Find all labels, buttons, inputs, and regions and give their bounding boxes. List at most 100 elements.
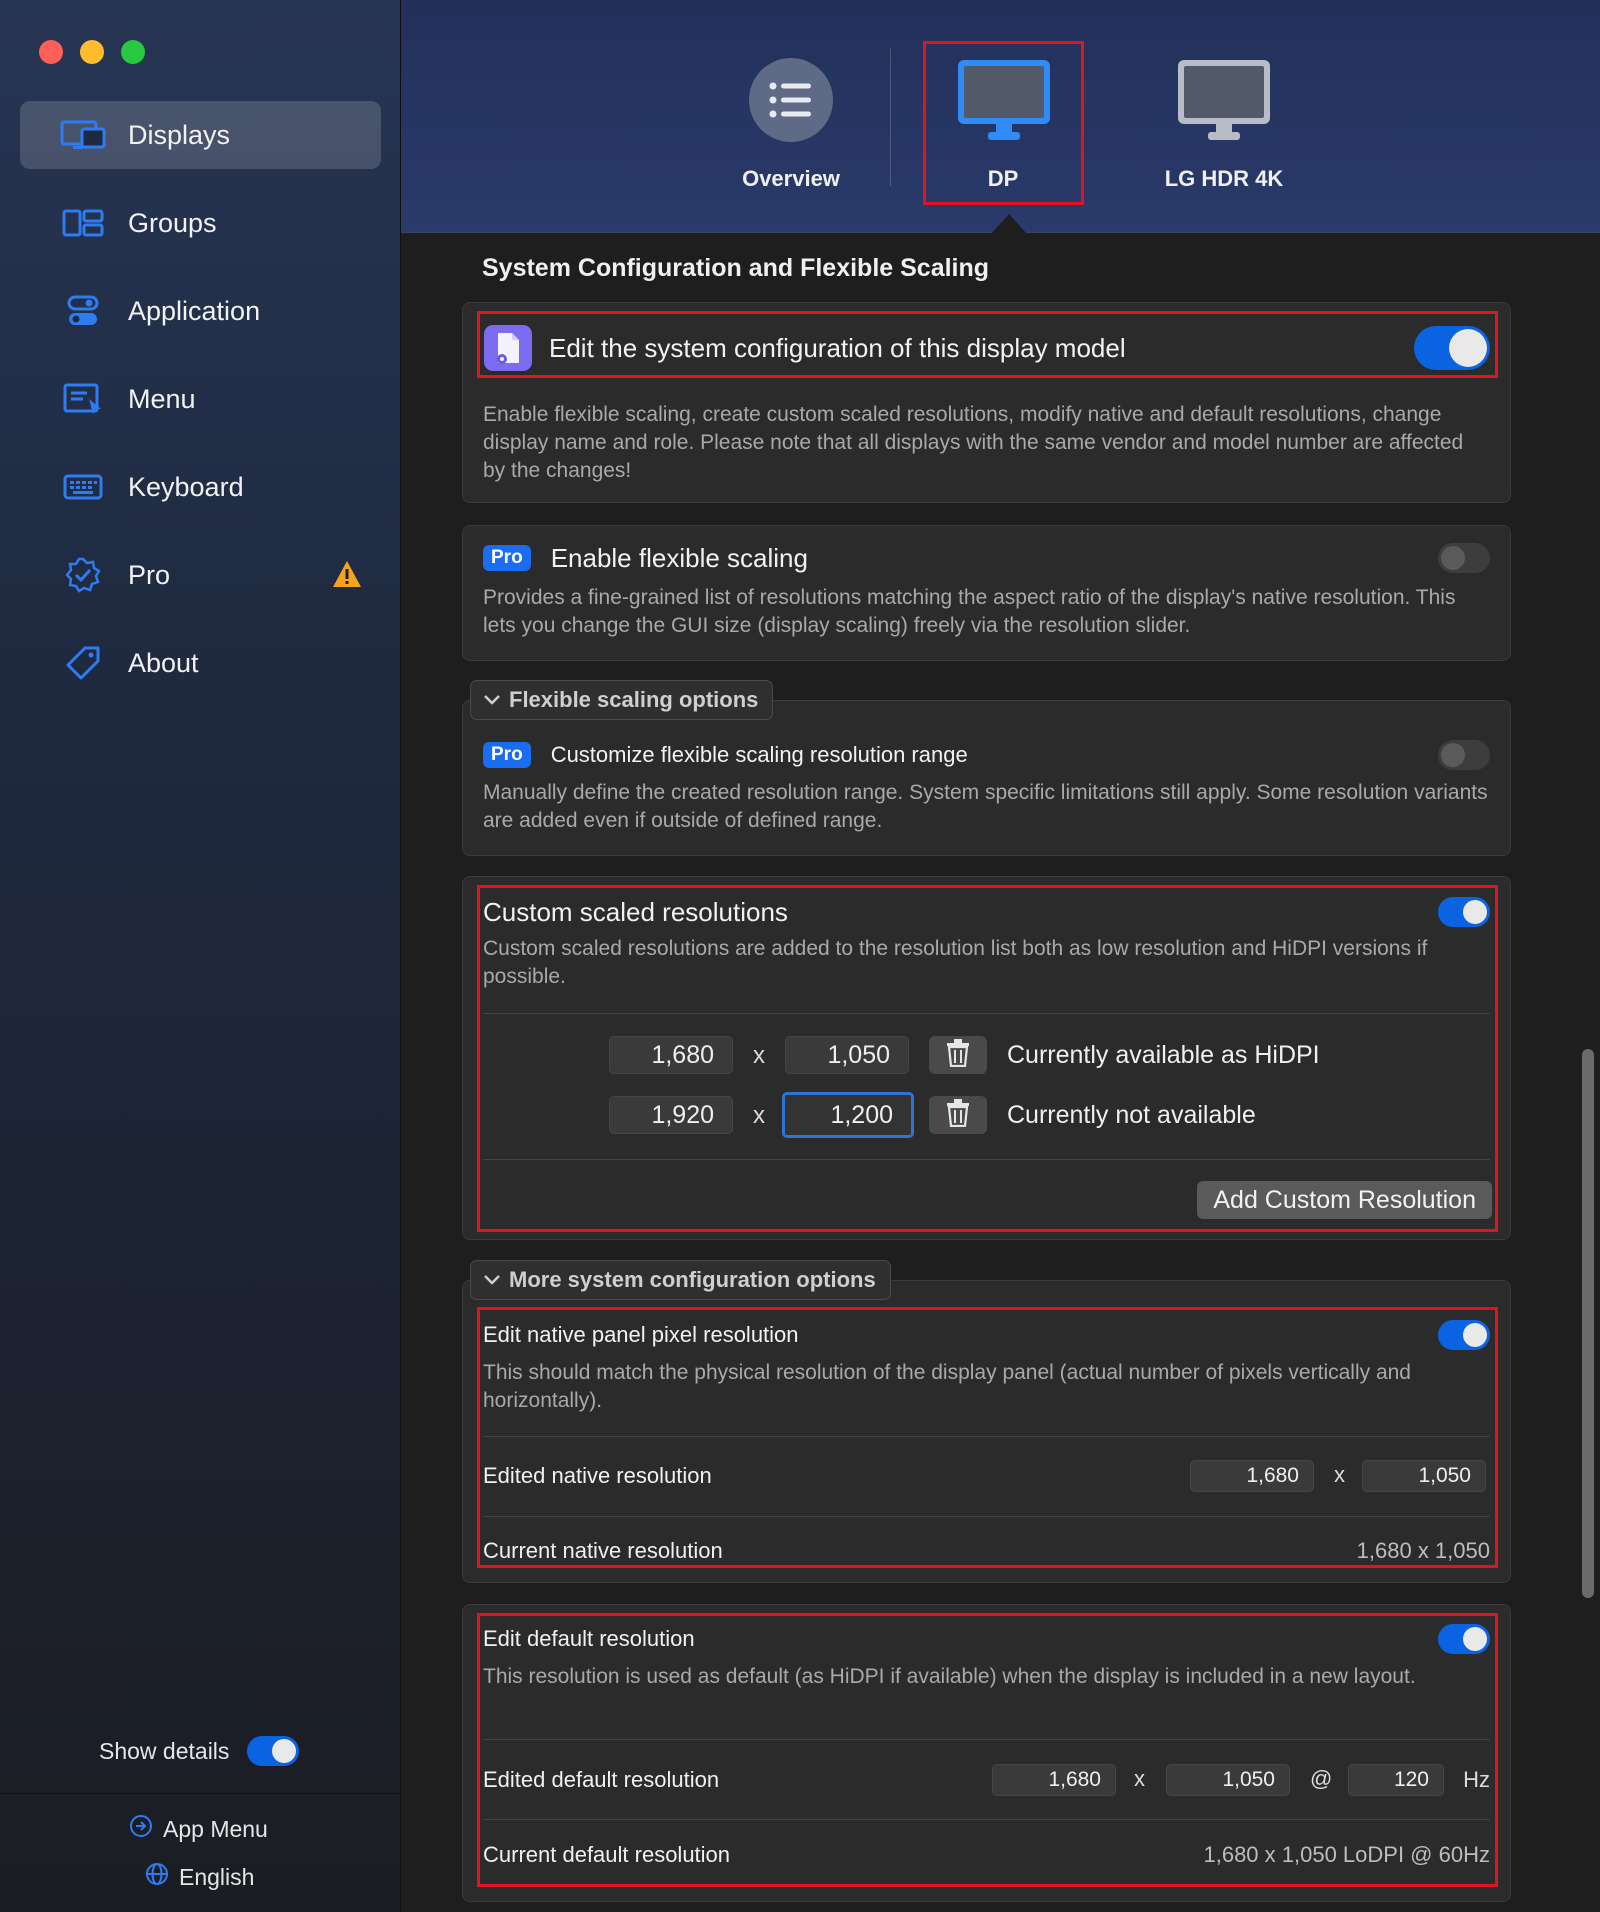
flexible-options-label: Flexible scaling options xyxy=(509,687,759,712)
at-sign: @ xyxy=(1310,1766,1333,1791)
tab-dp[interactable]: DP xyxy=(923,0,1083,233)
default-resolution-toggle[interactable] xyxy=(1438,1624,1490,1654)
edited-native-label: Edited native resolution xyxy=(483,1463,712,1488)
sidebar-item-label: Groups xyxy=(128,207,217,238)
flexible-scaling-toggle[interactable] xyxy=(1438,543,1490,573)
sidebar-item-about[interactable]: About xyxy=(20,629,381,697)
divider xyxy=(483,1159,1490,1160)
displays-icon xyxy=(60,118,106,152)
custom-scaled-row: Custom scaled resolutions xyxy=(483,891,1490,933)
display-tab-bar: Overview DP LG HDR 4K xyxy=(401,0,1600,234)
tab-overview[interactable]: Overview xyxy=(711,0,871,233)
pro-badge: Pro xyxy=(483,545,531,571)
custom-res-2-width-field[interactable]: 1,920 xyxy=(609,1096,733,1134)
delete-res-1-button[interactable] xyxy=(929,1036,987,1074)
show-details-row: Show details xyxy=(99,1736,300,1766)
custom-scaled-title: Custom scaled resolutions xyxy=(483,896,788,927)
custom-res-1-height-field[interactable]: 1,050 xyxy=(785,1036,909,1074)
native-height-field[interactable]: 1,050 xyxy=(1362,1460,1486,1492)
sidebar-item-label: About xyxy=(128,647,199,678)
default-resolution-card: Edit default resolution This resolution … xyxy=(462,1604,1511,1902)
flexible-range-row: Pro Customize flexible scaling resolutio… xyxy=(483,739,1490,771)
default-resolution-description: This resolution is used as default (as H… xyxy=(483,1665,1416,1688)
edit-config-toggle[interactable] xyxy=(1414,326,1490,370)
settings-document-icon xyxy=(483,324,533,372)
sidebar-nav: Displays Groups Application Menu Keyboar… xyxy=(20,101,381,717)
menu-icon xyxy=(60,382,106,416)
sidebar-item-displays[interactable]: Displays xyxy=(20,101,381,169)
edited-default-label: Edited default resolution xyxy=(483,1767,720,1792)
globe-icon xyxy=(145,1862,169,1892)
sidebar-item-keyboard[interactable]: Keyboard xyxy=(20,453,381,521)
app-menu-link[interactable]: App Menu xyxy=(129,1814,268,1844)
pro-badge: Pro xyxy=(483,742,531,768)
default-resolution-title: Edit default resolution xyxy=(483,1626,695,1651)
main-content: Overview DP LG HDR 4K System Configurati… xyxy=(401,0,1600,1912)
trash-icon xyxy=(946,1038,970,1072)
tab-dp-label: DP xyxy=(987,166,1019,191)
sidebar-item-label: Pro xyxy=(128,559,171,590)
default-width-field[interactable]: 1,680 xyxy=(992,1764,1116,1796)
divider xyxy=(483,1516,1490,1517)
show-details-toggle[interactable] xyxy=(247,1736,300,1766)
more-options-label: More system configuration options xyxy=(509,1267,876,1292)
flexible-range-description: Manually define the created resolution r… xyxy=(483,781,1488,832)
native-resolution-toggle[interactable] xyxy=(1438,1320,1490,1350)
sidebar-item-pro[interactable]: Pro xyxy=(20,541,381,609)
close-window-button[interactable] xyxy=(39,40,63,64)
times-sign: x xyxy=(753,1042,765,1069)
flexible-range-toggle[interactable] xyxy=(1438,740,1490,770)
keyboard-icon xyxy=(60,470,106,504)
groups-icon xyxy=(60,206,106,240)
sidebar-item-application[interactable]: Application xyxy=(20,277,381,345)
divider xyxy=(483,1013,1490,1014)
zoom-window-button[interactable] xyxy=(121,40,145,64)
current-default-value: 1,680 x 1,050 LoDPI @ 60Hz xyxy=(1203,1842,1490,1867)
arrow-circle-icon xyxy=(129,1814,153,1844)
edit-config-row: Edit the system configuration of this di… xyxy=(483,323,1490,373)
app-menu-label: App Menu xyxy=(163,1815,268,1842)
scrollbar-thumb[interactable] xyxy=(1582,1049,1594,1598)
hz-unit: Hz xyxy=(1463,1767,1490,1792)
flexible-options-card: Pro Customize flexible scaling resolutio… xyxy=(462,700,1511,856)
monitor-icon xyxy=(1176,58,1272,149)
selected-tab-pointer xyxy=(991,214,1027,234)
custom-scaled-toggle[interactable] xyxy=(1438,897,1490,927)
flexible-range-title: Customize flexible scaling resolution ra… xyxy=(550,742,968,767)
times-sign: x xyxy=(1134,1766,1145,1791)
default-refresh-field[interactable]: 120 xyxy=(1348,1764,1444,1796)
flexible-scaling-card: Pro Enable flexible scaling Provides a f… xyxy=(462,525,1511,661)
custom-res-2-status: Currently not available xyxy=(1007,1101,1256,1129)
language-link[interactable]: English xyxy=(145,1862,254,1892)
custom-res-2-height-field[interactable]: 1,200 xyxy=(782,1092,914,1138)
times-sign: x xyxy=(1334,1462,1345,1487)
more-options-disclosure[interactable]: More system configuration options xyxy=(470,1260,891,1300)
native-resolution-card: Edit native panel pixel resolution This … xyxy=(462,1280,1511,1583)
tab-lg-hdr-4k[interactable]: LG HDR 4K xyxy=(1144,0,1304,233)
sidebar-item-label: Menu xyxy=(128,383,196,414)
divider xyxy=(483,1436,1490,1437)
sidebar-item-label: Keyboard xyxy=(128,471,244,502)
minimize-window-button[interactable] xyxy=(80,40,104,64)
native-width-field[interactable]: 1,680 xyxy=(1190,1460,1314,1492)
custom-res-1-width-field[interactable]: 1,680 xyxy=(609,1036,733,1074)
flexible-scaling-title: Enable flexible scaling xyxy=(550,542,808,573)
default-resolution-row: Edit default resolution xyxy=(483,1621,1490,1657)
default-height-field[interactable]: 1,050 xyxy=(1166,1764,1290,1796)
flexible-scaling-description: Provides a fine-grained list of resoluti… xyxy=(483,586,1456,637)
native-resolution-title: Edit native panel pixel resolution xyxy=(483,1322,799,1347)
flexible-options-disclosure[interactable]: Flexible scaling options xyxy=(470,680,774,720)
window-controls xyxy=(39,40,145,64)
delete-res-2-button[interactable] xyxy=(929,1096,987,1134)
custom-res-1-status: Currently available as HiDPI xyxy=(1007,1041,1320,1069)
chevron-down-icon xyxy=(483,694,501,706)
native-resolution-row: Edit native panel pixel resolution xyxy=(483,1317,1490,1353)
add-custom-resolution-button[interactable]: Add Custom Resolution xyxy=(1197,1181,1492,1219)
divider xyxy=(0,1793,401,1794)
trash-icon xyxy=(946,1098,970,1132)
section-title: System Configuration and Flexible Scalin… xyxy=(482,254,990,282)
native-resolution-description: This should match the physical resolutio… xyxy=(483,1361,1411,1412)
sidebar-item-menu[interactable]: Menu xyxy=(20,365,381,433)
edit-config-description: Enable flexible scaling, create custom s… xyxy=(483,403,1464,482)
sidebar-item-groups[interactable]: Groups xyxy=(20,189,381,257)
